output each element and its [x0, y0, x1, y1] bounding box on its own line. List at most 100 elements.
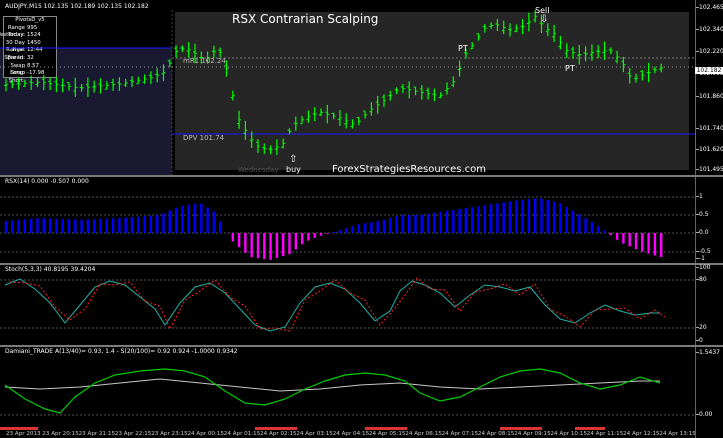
chart-title: RSX Contrarian Scalping — [232, 12, 379, 26]
rsx-bar — [124, 217, 127, 233]
pt-annotation-2: PT — [565, 64, 575, 73]
rsx-bar — [156, 215, 159, 233]
damiani-lines — [0, 368, 695, 430]
price-axis: 102.465102.340102.220102.095101.860101.7… — [695, 0, 723, 175]
axis-tick-label: 101.740 — [699, 125, 723, 132]
rsx-bar — [578, 214, 581, 233]
rsx-bar — [332, 231, 335, 233]
rsx-bar — [338, 230, 342, 233]
rsx-bar — [168, 210, 171, 233]
axis-tick-label: 101.495 — [699, 166, 723, 173]
time-label: 24 Apr 02:15 — [260, 431, 297, 437]
rsx-bar — [263, 233, 266, 260]
rsx-bar — [275, 233, 279, 258]
rsx-bar — [345, 228, 348, 233]
rsx-bar — [137, 216, 140, 233]
time-label: 24 Apr 00:15 — [187, 431, 224, 437]
rsx-bar — [452, 210, 455, 233]
rsx-bar — [162, 213, 165, 233]
rsx-bar — [326, 233, 329, 234]
rsx-bar — [622, 233, 625, 244]
rsx-bar — [174, 207, 178, 233]
time-label: 24 Apr 01:15 — [223, 431, 261, 437]
rsx-bar — [149, 215, 153, 233]
price-chart-svg — [0, 10, 695, 175]
time-label: 24 Apr 11:15 — [586, 431, 624, 437]
rsx-bar — [206, 207, 209, 233]
site-watermark: ForexStrategiesResources.com — [332, 164, 486, 175]
damiani-a-line — [4, 368, 661, 414]
rsx-bar — [628, 233, 631, 247]
rsx-bar — [244, 233, 247, 253]
time-label: 23 Apr 21:15 — [78, 431, 116, 437]
rsx-bar — [282, 233, 285, 257]
damiani-signal-bar — [255, 427, 297, 430]
rsx-bar — [11, 220, 14, 233]
rsx-bar — [376, 221, 379, 233]
axis-tick-label: 102.340 — [699, 26, 723, 33]
rsx-bar — [74, 219, 77, 233]
axis-tick-label: 1 — [699, 193, 703, 200]
rsx-bar — [414, 215, 417, 233]
rsx-bar — [80, 219, 83, 233]
main-chart-pane[interactable]: AUDJPY,M15 102.135 102.189 102.135 102.1… — [0, 0, 695, 175]
rsx-pane[interactable]: RSX(14) 0.000 -0.507 0.000 — [0, 177, 695, 263]
axis-tick-label: 0 — [699, 337, 703, 344]
rsx-bar — [609, 233, 612, 236]
rsx-bar — [477, 206, 480, 233]
damiani-pane[interactable]: Damiani_TRADE A(13/40)= 0.93, 1.4 - S(20… — [0, 347, 695, 438]
damiani-signal-bar — [575, 427, 605, 430]
rsx-bar — [660, 233, 663, 257]
rsx-bar — [546, 200, 549, 233]
time-label: 23 Apr 22:15 — [114, 431, 152, 437]
rsx-bar — [294, 233, 297, 250]
rsx-bar — [118, 218, 121, 233]
rsx-bar — [552, 201, 556, 233]
time-label: 24 Apr 04:15 — [332, 431, 370, 437]
rsx-bar — [615, 233, 619, 240]
sell-arrow-icon: ⇩ — [540, 14, 549, 25]
time-label: 23 Apr 2013 — [6, 431, 41, 437]
rsx-bar — [307, 233, 310, 241]
rsx-bar — [219, 221, 222, 233]
axis-tick-label: 0.0 — [699, 229, 709, 236]
time-label: 24 Apr 06:15 — [405, 431, 442, 437]
axis-tick-label: 80 — [699, 276, 707, 283]
rsx-bar — [93, 219, 96, 233]
rsx-bar — [590, 222, 594, 233]
time-label: 23 Apr 20:15 — [42, 431, 79, 437]
damiani-signal-bar — [500, 427, 542, 430]
rsx-bar — [408, 215, 411, 233]
time-label: 24 Apr 10:15 — [550, 431, 587, 437]
rsx-bar — [357, 224, 360, 233]
mr1-label: mR1 102.24 — [183, 57, 226, 65]
damiani-s-line — [4, 378, 660, 392]
stoch-pane[interactable]: Stoch(5,3,3) 40.8195 39.4204 — [0, 265, 695, 345]
axis-tick-label: 100 — [699, 264, 711, 271]
rsx-bar — [181, 205, 184, 233]
rsx-bar — [508, 201, 512, 233]
rsx-bar — [370, 222, 373, 233]
rsx-bar — [300, 233, 304, 245]
rsx-bar — [634, 233, 638, 250]
rsx-bar — [319, 233, 323, 236]
axis-tick-label: 101.620 — [699, 146, 723, 153]
rsx-bar — [67, 219, 71, 233]
rsx-bar — [584, 218, 587, 233]
rsx-bar — [502, 202, 505, 233]
rsx-bar — [4, 220, 8, 233]
rsx-bar — [17, 219, 20, 233]
rsx-bar — [565, 207, 568, 233]
rsx-bar — [433, 212, 436, 233]
rsx-bar — [534, 198, 537, 233]
rsx-bar — [382, 219, 386, 233]
rsx-bar — [61, 219, 64, 233]
time-label: 24 Apr 05:15 — [369, 431, 406, 437]
time-label: 24 Apr 09:15 — [514, 431, 551, 437]
rsx-bar — [426, 213, 430, 233]
time-label: 24 Apr 12:15 — [623, 431, 660, 437]
rsx-bar — [200, 203, 203, 233]
rsx-bar — [483, 205, 486, 233]
axis-tick-label: 102.465 — [699, 4, 723, 11]
rsx-bar — [256, 233, 260, 259]
